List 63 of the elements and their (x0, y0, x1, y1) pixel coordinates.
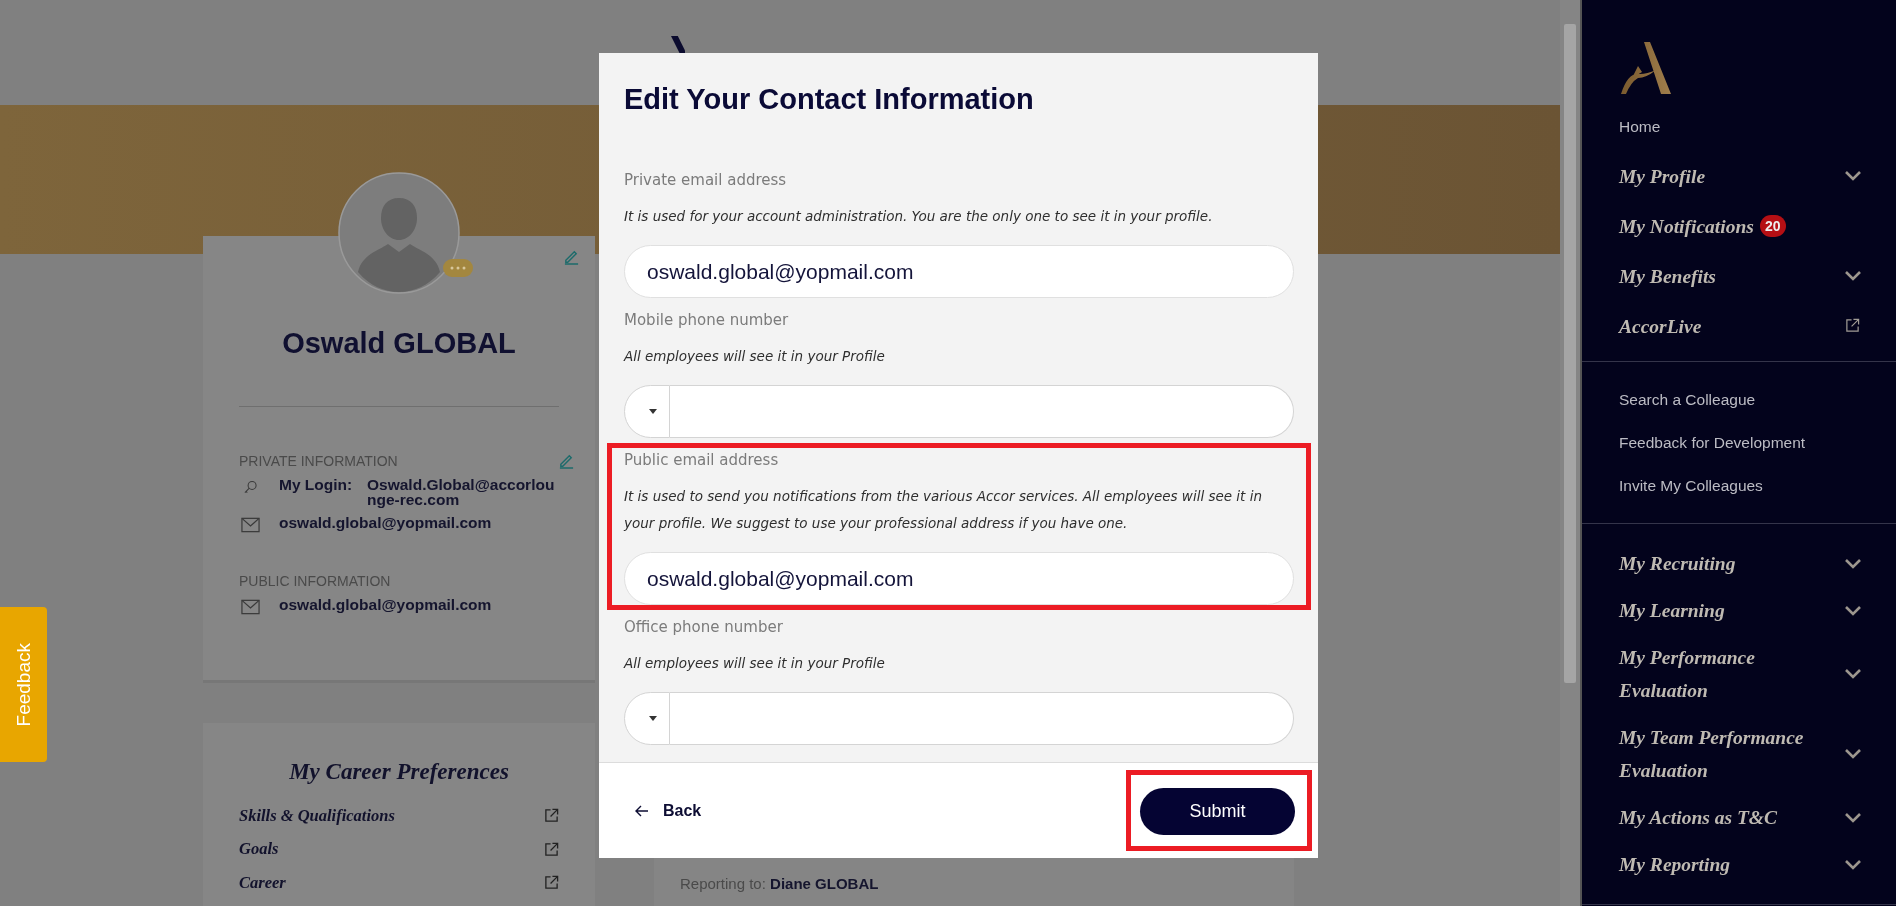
chevron-down-icon[interactable] (1844, 170, 1862, 182)
chevron-down-icon[interactable] (1844, 604, 1862, 617)
nav-link[interactable]: Feedback for Development (1619, 433, 1806, 452)
ellipsis-icon[interactable] (443, 259, 473, 277)
chevron-down-icon[interactable] (1844, 858, 1862, 871)
email-field[interactable]: oswald.global@yopmail.com (624, 552, 1294, 605)
email-text: oswald.global@yopmail.com (279, 515, 492, 530)
phone-number-field[interactable] (670, 385, 1294, 438)
nav-menu-item[interactable]: My Notifications (1619, 209, 1754, 243)
phone-number-field[interactable] (670, 692, 1294, 745)
card-title: My Career Preferences (288, 759, 510, 785)
logo-icon (671, 36, 685, 53)
external-link-icon[interactable] (1845, 318, 1860, 333)
profile-name: Oswald GLOBAL (281, 326, 517, 360)
back-button[interactable]: Back (635, 801, 702, 820)
email-text: oswald.global@yopmail.com (279, 597, 492, 612)
nav-menu-item[interactable]: My Benefits (1619, 259, 1834, 293)
field-hint: It is used to send you notifications from the various Accor services. All employees will see it in your profile. We suggest to use your professional address if you have one. (624, 487, 1263, 533)
section-heading: PUBLIC INFORMATION (239, 573, 391, 589)
field-hint: It is used for your account administration. You are the only one to see it in your profile. (624, 207, 1214, 226)
nav-menu-item[interactable]: My Learning (1619, 594, 1834, 627)
career-link[interactable]: Skills & Qualifications (239, 805, 395, 826)
dialog-title: Edit Your Contact Information (624, 83, 1035, 115)
nav-link[interactable]: Invite My Colleagues (1619, 476, 1763, 495)
caret-icon (649, 716, 657, 721)
scrollbar[interactable] (1560, 0, 1580, 906)
external-link-icon[interactable] (544, 808, 559, 824)
arrow-left-icon (635, 804, 649, 817)
nav-menu-item[interactable]: My Reporting (1619, 848, 1834, 881)
submit-button[interactable]: Submit (1140, 788, 1295, 835)
mail-icon (241, 517, 260, 533)
field-label: Mobile phone number (624, 310, 790, 330)
login-value: Oswald.Global@accorlounge-rec.com (367, 477, 556, 507)
field-hint: All employees will see it in your Profile (624, 654, 886, 673)
field-hint: All employees will see it in your Profile (624, 347, 886, 366)
external-link-icon[interactable] (544, 841, 559, 857)
nav-link[interactable]: Home (1619, 118, 1661, 136)
mail-icon (241, 599, 260, 615)
career-link[interactable]: Career (239, 872, 286, 893)
chevron-down-icon[interactable] (1844, 557, 1862, 570)
caret-icon (649, 409, 657, 414)
field-label: Private email address (624, 170, 788, 190)
nav-menu-item[interactable]: AccorLive (1619, 309, 1834, 343)
chevron-down-icon[interactable] (1844, 748, 1862, 760)
chevron-down-icon[interactable] (1844, 811, 1862, 824)
nav-menu-item[interactable]: My Recruiting (1619, 547, 1834, 580)
login-label: My Login: (279, 477, 354, 492)
chevron-down-icon[interactable] (1844, 270, 1862, 282)
nav-menu-item[interactable]: My Profile (1619, 159, 1834, 193)
chevron-down-icon[interactable] (1844, 668, 1862, 680)
notification-badge: 20 (1759, 215, 1786, 237)
email-field[interactable]: oswald.global@yopmail.com (624, 245, 1294, 298)
logo-icon (1620, 42, 1672, 94)
nav-menu-item[interactable]: My Actions as T&C (1619, 801, 1834, 834)
nav-menu-item[interactable]: My Performance Evaluation (1619, 641, 1834, 707)
career-link[interactable]: Goals (239, 839, 279, 860)
field-label: Office phone number (624, 617, 784, 637)
section-heading: PRIVATE INFORMATION (239, 452, 398, 469)
reporting-text: Reporting to: Diane GLOBAL (680, 875, 879, 892)
field-label: Public email address (624, 450, 780, 470)
external-link-icon[interactable] (544, 875, 559, 891)
nav-menu-item[interactable]: My Team Performance Evaluation (1619, 721, 1834, 787)
nav-link[interactable]: Search a Colleague (1619, 390, 1756, 409)
